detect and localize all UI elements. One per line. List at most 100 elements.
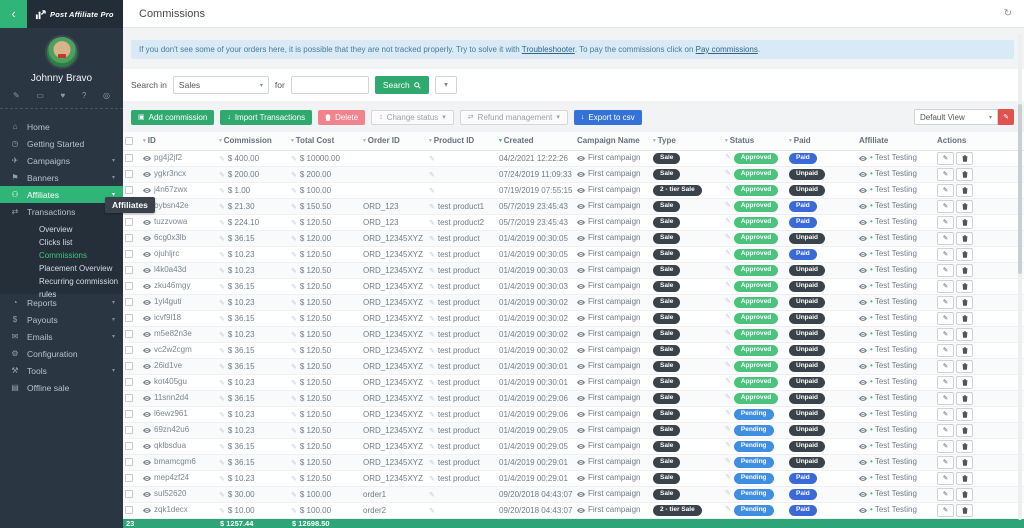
delete-row-button[interactable] [956, 200, 973, 213]
edit-product-id-icon[interactable]: ✎ [429, 364, 435, 371]
edit-commission-icon[interactable]: ✎ [219, 220, 225, 227]
edit-total-cost-icon[interactable]: ✎ [291, 492, 297, 499]
affiliate-name[interactable]: Test Testing [875, 281, 917, 290]
edit-status-icon[interactable]: ✎ [725, 266, 731, 273]
edit-row-button[interactable]: ✎ [937, 232, 954, 245]
edit-status-icon[interactable]: ✎ [725, 170, 731, 177]
row-checkbox[interactable] [125, 474, 133, 482]
column-header[interactable]: ▾Status [723, 132, 787, 150]
edit-status-icon[interactable]: ✎ [725, 362, 731, 369]
edit-status-icon[interactable]: ✎ [725, 330, 731, 337]
delete-row-button[interactable] [956, 152, 973, 165]
view-commission-icon[interactable] [143, 186, 151, 195]
edit-row-button[interactable]: ✎ [937, 312, 954, 325]
sidebar-subitem-placement-overview[interactable]: Placement Overview [0, 262, 123, 275]
sort-icon[interactable]: ▾ [291, 138, 294, 144]
column-header[interactable]: ▾Created [497, 132, 575, 150]
delete-row-button[interactable] [956, 344, 973, 357]
sort-icon[interactable]: ▾ [725, 138, 728, 144]
favorites-icon[interactable]: ♥ [61, 91, 66, 100]
view-campaign-icon[interactable] [577, 298, 585, 307]
sidebar-subitem-clicks-list[interactable]: Clicks list [0, 236, 123, 249]
edit-status-icon[interactable]: ✎ [725, 234, 731, 241]
affiliate-name[interactable]: Test Testing [875, 297, 917, 306]
commission-id[interactable]: ojuhljrc [154, 249, 179, 258]
view-campaign-icon[interactable] [577, 266, 585, 275]
view-campaign-icon[interactable] [577, 394, 585, 403]
scrollbar-track[interactable] [1018, 34, 1022, 520]
edit-total-cost-icon[interactable]: ✎ [291, 172, 297, 179]
view-affiliate-icon[interactable] [859, 218, 867, 227]
help-icon[interactable]: ? [82, 91, 86, 100]
view-affiliate-icon[interactable] [859, 298, 867, 307]
edit-product-id-icon[interactable]: ✎ [429, 284, 435, 291]
delete-row-button[interactable] [956, 232, 973, 245]
view-campaign-icon[interactable] [577, 362, 585, 371]
sidebar-item-tools[interactable]: ⚒ Tools ▾ [0, 362, 123, 379]
edit-status-icon[interactable]: ✎ [725, 186, 731, 193]
edit-commission-icon[interactable]: ✎ [219, 476, 225, 483]
row-checkbox[interactable] [125, 186, 133, 194]
view-affiliate-icon[interactable] [859, 330, 867, 339]
edit-product-id-icon[interactable]: ✎ [429, 380, 435, 387]
edit-total-cost-icon[interactable]: ✎ [291, 428, 297, 435]
affiliate-name[interactable]: Test Testing [875, 329, 917, 338]
sidebar-item-getting-started[interactable]: ◷ Getting Started [0, 135, 123, 152]
affiliate-name[interactable]: Test Testing [875, 505, 917, 514]
delete-row-button[interactable] [956, 296, 973, 309]
edit-total-cost-icon[interactable]: ✎ [291, 348, 297, 355]
column-header[interactable]: ▾Actions [935, 132, 1024, 150]
delete-row-button[interactable] [956, 264, 973, 277]
view-campaign-icon[interactable] [577, 170, 585, 179]
edit-row-button[interactable]: ✎ [937, 360, 954, 373]
view-commission-icon[interactable] [143, 234, 151, 243]
edit-status-icon[interactable]: ✎ [725, 378, 731, 385]
delete-row-button[interactable] [956, 408, 973, 421]
edit-total-cost-icon[interactable]: ✎ [291, 332, 297, 339]
commission-id[interactable]: l4k0a43d [154, 265, 186, 274]
edit-product-id-icon[interactable]: ✎ [429, 300, 435, 307]
view-campaign-icon[interactable] [577, 234, 585, 243]
delete-row-button[interactable] [956, 280, 973, 293]
monitor-icon[interactable]: ▭ [36, 91, 44, 100]
view-affiliate-icon[interactable] [859, 394, 867, 403]
edit-commission-icon[interactable]: ✎ [219, 252, 225, 259]
view-commission-icon[interactable] [143, 394, 151, 403]
edit-status-icon[interactable]: ✎ [725, 458, 731, 465]
edit-total-cost-icon[interactable]: ✎ [291, 412, 297, 419]
edit-row-button[interactable]: ✎ [937, 264, 954, 277]
delete-row-button[interactable] [956, 488, 973, 501]
edit-row-button[interactable]: ✎ [937, 424, 954, 437]
edit-row-button[interactable]: ✎ [937, 504, 954, 517]
edit-total-cost-icon[interactable]: ✎ [291, 188, 297, 195]
view-campaign-icon[interactable] [577, 458, 585, 467]
edit-row-button[interactable]: ✎ [937, 440, 954, 453]
edit-status-icon[interactable]: ✎ [725, 490, 731, 497]
edit-product-id-icon[interactable]: ✎ [429, 444, 435, 451]
delete-row-button[interactable] [956, 312, 973, 325]
affiliate-name[interactable]: Test Testing [875, 249, 917, 258]
edit-status-icon[interactable]: ✎ [725, 410, 731, 417]
view-select[interactable]: Default View ▾ [914, 109, 998, 125]
column-header[interactable]: ▾Campaign Name [575, 132, 651, 150]
edit-total-cost-icon[interactable]: ✎ [291, 300, 297, 307]
edit-total-cost-icon[interactable]: ✎ [291, 220, 297, 227]
view-commission-icon[interactable] [143, 378, 151, 387]
edit-commission-icon[interactable]: ✎ [219, 188, 225, 195]
change-status-button[interactable]: ↕Change status▾ [371, 110, 454, 125]
edit-row-button[interactable]: ✎ [937, 200, 954, 213]
sidebar-subitem-overview[interactable]: Overview [0, 223, 123, 236]
row-checkbox[interactable] [125, 410, 133, 418]
edit-commission-icon[interactable]: ✎ [219, 380, 225, 387]
view-commission-icon[interactable] [143, 474, 151, 483]
edit-commission-icon[interactable]: ✎ [219, 460, 225, 467]
sort-icon[interactable]: ▾ [363, 138, 366, 144]
view-commission-icon[interactable] [143, 314, 151, 323]
row-checkbox[interactable] [125, 394, 133, 402]
edit-status-icon[interactable]: ✎ [725, 426, 731, 433]
column-header[interactable]: ▾Total Cost [289, 132, 361, 150]
row-checkbox[interactable] [125, 490, 133, 498]
affiliate-name[interactable]: Test Testing [875, 169, 917, 178]
view-campaign-icon[interactable] [577, 410, 585, 419]
edit-product-id-icon[interactable]: ✎ [429, 508, 435, 515]
